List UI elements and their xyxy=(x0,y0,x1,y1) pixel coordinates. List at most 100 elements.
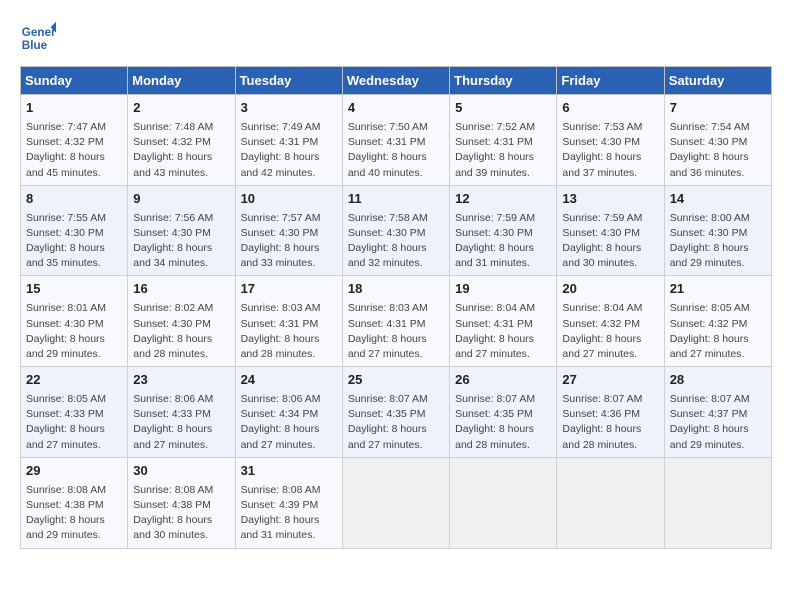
daylight-label: Daylight: 8 hours and 40 minutes. xyxy=(348,151,427,178)
daylight-label: Daylight: 8 hours and 45 minutes. xyxy=(26,151,105,178)
calendar-week-3: 15Sunrise: 8:01 AMSunset: 4:30 PMDayligh… xyxy=(21,276,772,367)
calendar-cell: 23Sunrise: 8:06 AMSunset: 4:33 PMDayligh… xyxy=(128,367,235,458)
header: General Blue xyxy=(20,20,772,56)
day-number: 28 xyxy=(670,371,766,390)
daylight-label: Daylight: 8 hours and 29 minutes. xyxy=(670,242,749,269)
day-number: 29 xyxy=(26,462,122,481)
day-number: 26 xyxy=(455,371,551,390)
day-number: 15 xyxy=(26,280,122,299)
calendar-cell: 18Sunrise: 8:03 AMSunset: 4:31 PMDayligh… xyxy=(342,276,449,367)
daylight-label: Daylight: 8 hours and 36 minutes. xyxy=(670,151,749,178)
calendar-week-5: 29 Sunrise: 8:08 AM Sunset: 4:38 PM Dayligh… xyxy=(21,457,772,548)
calendar-cell: 4Sunrise: 7:50 AMSunset: 4:31 PMDaylight… xyxy=(342,95,449,186)
col-header-sunday: Sunday xyxy=(21,67,128,95)
calendar-table: SundayMondayTuesdayWednesdayThursdayFrid… xyxy=(20,66,772,549)
day-number: 9 xyxy=(133,190,229,209)
calendar-cell: 29Sunrise: 8:08 AMSunset: 4:38 PMDayligh… xyxy=(21,457,128,548)
sunrise-text: Sunrise: 8:08 AM xyxy=(133,484,213,496)
daylight-label: Daylight: 8 hours and 29 minutes. xyxy=(26,514,105,541)
sunrise-text: Sunrise: 7:57 AM xyxy=(241,212,321,224)
sunset-text: Sunset: 4:39 PM xyxy=(241,499,319,511)
sunrise-text: Sunrise: 8:04 AM xyxy=(455,302,535,314)
sunset-text: Sunset: 4:30 PM xyxy=(348,227,426,239)
day-number: 18 xyxy=(348,280,444,299)
daylight-label: Daylight: 8 hours and 29 minutes. xyxy=(670,423,749,450)
daylight-label: Daylight: 8 hours and 30 minutes. xyxy=(133,514,212,541)
sunrise-text: Sunrise: 8:08 AM xyxy=(241,484,321,496)
sunset-text: Sunset: 4:30 PM xyxy=(26,227,104,239)
calendar-cell: 28Sunrise: 8:07 AMSunset: 4:37 PMDayligh… xyxy=(664,367,771,458)
sunset-text: Sunset: 4:38 PM xyxy=(26,499,104,511)
sunrise-text: Sunrise: 8:03 AM xyxy=(241,302,321,314)
calendar-cell: 19Sunrise: 8:04 AMSunset: 4:31 PMDayligh… xyxy=(450,276,557,367)
logo-icon: General Blue xyxy=(20,20,56,56)
sunrise-text: Sunrise: 8:00 AM xyxy=(670,212,750,224)
calendar-cell: 20Sunrise: 8:04 AMSunset: 4:32 PMDayligh… xyxy=(557,276,664,367)
sunrise-text: Sunrise: 8:02 AM xyxy=(133,302,213,314)
sunset-text: Sunset: 4:30 PM xyxy=(455,227,533,239)
sunrise-text: Sunrise: 8:05 AM xyxy=(26,393,106,405)
sunrise-text: Sunrise: 7:56 AM xyxy=(133,212,213,224)
daylight-label: Daylight: 8 hours and 37 minutes. xyxy=(562,151,641,178)
calendar-cell: 21Sunrise: 8:05 AMSunset: 4:32 PMDayligh… xyxy=(664,276,771,367)
calendar-week-4: 22Sunrise: 8:05 AMSunset: 4:33 PMDayligh… xyxy=(21,367,772,458)
daylight-label: Daylight: 8 hours and 33 minutes. xyxy=(241,242,320,269)
daylight-label: Daylight: 8 hours and 27 minutes. xyxy=(241,423,320,450)
calendar-cell xyxy=(450,457,557,548)
day-number: 10 xyxy=(241,190,337,209)
calendar-cell: 17Sunrise: 8:03 AMSunset: 4:31 PMDayligh… xyxy=(235,276,342,367)
day-number: 3 xyxy=(241,99,337,118)
sunset-text: Sunset: 4:31 PM xyxy=(455,136,533,148)
daylight-label: Daylight: 8 hours and 27 minutes. xyxy=(348,333,427,360)
sunrise-text: Sunrise: 8:07 AM xyxy=(562,393,642,405)
day-number: 14 xyxy=(670,190,766,209)
daylight-label: Daylight: 8 hours and 27 minutes. xyxy=(562,333,641,360)
calendar-cell: 10Sunrise: 7:57 AMSunset: 4:30 PMDayligh… xyxy=(235,185,342,276)
sunrise-text: Sunrise: 8:07 AM xyxy=(348,393,428,405)
sunrise-text: Sunrise: 7:54 AM xyxy=(670,121,750,133)
sunrise-text: Sunrise: 7:59 AM xyxy=(562,212,642,224)
sunset-text: Sunset: 4:37 PM xyxy=(670,408,748,420)
day-number: 6 xyxy=(562,99,658,118)
calendar-cell: 8Sunrise: 7:55 AMSunset: 4:30 PMDaylight… xyxy=(21,185,128,276)
sunrise-text: Sunrise: 8:07 AM xyxy=(455,393,535,405)
daylight-label: Daylight: 8 hours and 39 minutes. xyxy=(455,151,534,178)
day-number: 27 xyxy=(562,371,658,390)
sunset-text: Sunset: 4:30 PM xyxy=(133,227,211,239)
sunrise-text: Sunrise: 7:58 AM xyxy=(348,212,428,224)
sunset-text: Sunset: 4:31 PM xyxy=(241,136,319,148)
sunrise-text: Sunrise: 8:06 AM xyxy=(133,393,213,405)
sunset-text: Sunset: 4:32 PM xyxy=(670,318,748,330)
day-number: 17 xyxy=(241,280,337,299)
col-header-tuesday: Tuesday xyxy=(235,67,342,95)
daylight-label: Daylight: 8 hours and 28 minutes. xyxy=(455,423,534,450)
sunset-text: Sunset: 4:31 PM xyxy=(455,318,533,330)
daylight-label: Daylight: 8 hours and 27 minutes. xyxy=(670,333,749,360)
daylight-label: Daylight: 8 hours and 34 minutes. xyxy=(133,242,212,269)
daylight-label: Daylight: 8 hours and 35 minutes. xyxy=(26,242,105,269)
svg-text:Blue: Blue xyxy=(22,39,48,52)
day-number: 24 xyxy=(241,371,337,390)
sunrise-text: Sunrise: 7:49 AM xyxy=(241,121,321,133)
daylight-label: Daylight: 8 hours and 32 minutes. xyxy=(348,242,427,269)
day-number: 20 xyxy=(562,280,658,299)
sunset-text: Sunset: 4:30 PM xyxy=(26,318,104,330)
calendar-cell: 14Sunrise: 8:00 AMSunset: 4:30 PMDayligh… xyxy=(664,185,771,276)
day-number: 11 xyxy=(348,190,444,209)
day-number: 21 xyxy=(670,280,766,299)
daylight-label: Daylight: 8 hours and 31 minutes. xyxy=(241,514,320,541)
calendar-cell: 7Sunrise: 7:54 AMSunset: 4:30 PMDaylight… xyxy=(664,95,771,186)
daylight-label: Daylight: 8 hours and 27 minutes. xyxy=(26,423,105,450)
day-number: 16 xyxy=(133,280,229,299)
calendar-cell: 6Sunrise: 7:53 AMSunset: 4:30 PMDaylight… xyxy=(557,95,664,186)
daylight-label: Daylight: 8 hours and 30 minutes. xyxy=(562,242,641,269)
sunset-text: Sunset: 4:30 PM xyxy=(562,136,640,148)
daylight-label: Daylight: 8 hours and 31 minutes. xyxy=(455,242,534,269)
sunset-text: Sunset: 4:32 PM xyxy=(26,136,104,148)
calendar-cell: 2Sunrise: 7:48 AMSunset: 4:32 PMDaylight… xyxy=(128,95,235,186)
sunset-text: Sunset: 4:31 PM xyxy=(241,318,319,330)
logo: General Blue xyxy=(20,20,56,56)
sunset-text: Sunset: 4:32 PM xyxy=(562,318,640,330)
day-number: 12 xyxy=(455,190,551,209)
calendar-cell: 22Sunrise: 8:05 AMSunset: 4:33 PMDayligh… xyxy=(21,367,128,458)
